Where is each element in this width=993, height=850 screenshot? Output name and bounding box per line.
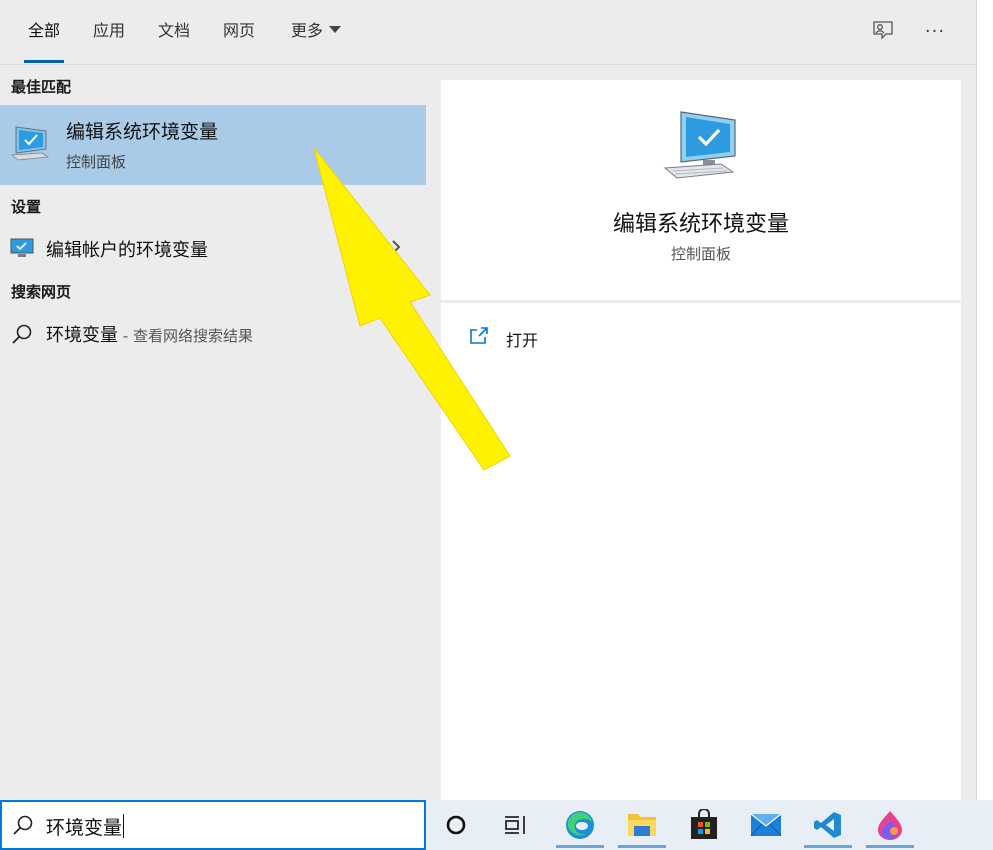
taskbar: 环境变量 bbox=[0, 800, 993, 850]
search-input-value: 环境变量 bbox=[46, 817, 123, 839]
mail-icon bbox=[750, 813, 782, 837]
tab-apps[interactable]: 应用 bbox=[78, 0, 140, 64]
edge-button[interactable] bbox=[552, 802, 608, 848]
web-search-query: 环境变量 bbox=[46, 325, 118, 346]
actions-card: 打开 bbox=[441, 303, 961, 800]
monitor-settings-icon bbox=[10, 238, 34, 257]
chevron-right-icon[interactable] bbox=[388, 238, 404, 256]
web-search-suffix: - 查看网络搜索结果 bbox=[118, 327, 253, 345]
preview-card: 编辑系统环境变量 控制面板 bbox=[441, 80, 961, 300]
cortana-icon bbox=[446, 815, 466, 835]
search-icon bbox=[13, 815, 33, 835]
web-search-header: 搜索网页 bbox=[11, 283, 72, 301]
settings-result[interactable]: 编辑帐户的环境变量 bbox=[0, 228, 426, 268]
preview-subtitle: 控制面板 bbox=[670, 245, 731, 263]
tab-all[interactable]: 全部 bbox=[12, 0, 76, 64]
web-search-result[interactable]: 环境变量 - 查看网络搜索结果 bbox=[0, 313, 426, 353]
tab-web-label: 网页 bbox=[222, 21, 255, 40]
vscode-icon bbox=[814, 812, 841, 838]
chevron-right-icon[interactable] bbox=[388, 323, 404, 341]
feedback-button[interactable] bbox=[866, 14, 900, 48]
paint-app-button[interactable] bbox=[862, 802, 918, 848]
more-options-button[interactable]: ··· bbox=[918, 14, 952, 48]
open-action-label: 打开 bbox=[506, 331, 539, 350]
store-icon bbox=[691, 809, 717, 839]
best-match-title: 编辑系统环境变量 bbox=[66, 121, 219, 143]
cortana-button[interactable] bbox=[428, 802, 484, 848]
tab-more-label: 更多 bbox=[290, 21, 323, 40]
results-list: 最佳匹配 编辑系统环境变量 控制面板 设置 编辑帐户的环境变量 搜索网页 环境变… bbox=[0, 65, 426, 800]
best-match-result[interactable]: 编辑系统环境变量 控制面板 bbox=[0, 105, 426, 185]
file-explorer-icon bbox=[628, 814, 656, 836]
tab-bar: 全部 应用 文档 网页 更多 ··· bbox=[0, 0, 976, 65]
best-match-subtitle: 控制面板 bbox=[66, 153, 127, 171]
edge-icon bbox=[566, 811, 594, 839]
store-button[interactable] bbox=[676, 802, 732, 848]
computer-monitor-icon bbox=[10, 126, 50, 161]
best-match-header: 最佳匹配 bbox=[11, 78, 72, 96]
search-input[interactable]: 环境变量 bbox=[46, 813, 125, 840]
computer-monitor-icon bbox=[663, 111, 736, 179]
search-panel: 全部 应用 文档 网页 更多 ··· 最佳匹配 编辑系统环境变量 控制面板 设置… bbox=[0, 0, 976, 800]
tab-more[interactable]: 更多 bbox=[276, 0, 356, 64]
settings-result-label: 编辑帐户的环境变量 bbox=[46, 240, 208, 261]
open-action[interactable]: 打开 bbox=[467, 323, 587, 353]
feedback-icon bbox=[873, 21, 893, 40]
web-search-result-label: 环境变量 - 查看网络搜索结果 bbox=[46, 321, 253, 347]
tab-apps-label: 应用 bbox=[92, 21, 125, 40]
tab-documents-label: 文档 bbox=[157, 21, 190, 40]
file-explorer-button[interactable] bbox=[614, 802, 670, 848]
tab-web[interactable]: 网页 bbox=[208, 0, 270, 64]
tab-documents[interactable]: 文档 bbox=[143, 0, 205, 64]
panel-border bbox=[976, 0, 977, 800]
task-view-icon bbox=[505, 816, 525, 834]
chevron-down-icon bbox=[329, 26, 341, 33]
mail-button[interactable] bbox=[738, 802, 794, 848]
tab-all-label: 全部 bbox=[27, 21, 60, 40]
taskbar-search-box[interactable]: 环境变量 bbox=[0, 800, 426, 850]
vscode-button[interactable] bbox=[800, 802, 856, 848]
more-options-icon: ··· bbox=[924, 20, 946, 42]
settings-header: 设置 bbox=[11, 198, 42, 216]
text-caret bbox=[123, 814, 125, 838]
preview-title: 编辑系统环境变量 bbox=[612, 212, 789, 237]
paint-app-icon bbox=[878, 811, 902, 840]
open-external-icon bbox=[470, 327, 488, 344]
task-view-button[interactable] bbox=[488, 802, 544, 848]
search-icon bbox=[12, 324, 32, 344]
